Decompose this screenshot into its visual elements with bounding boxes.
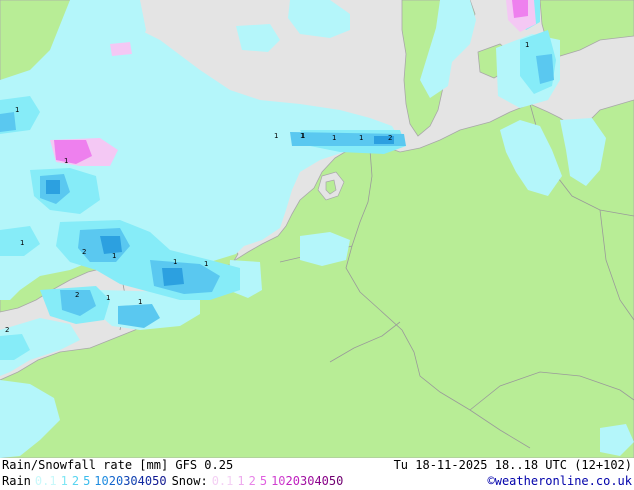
rain-scale-item: 20 <box>108 474 124 488</box>
rain-scale: 0.1 1 2 5 1020304050 <box>35 474 171 488</box>
snow-scale-item: 50 <box>328 474 344 488</box>
cell-intensity-label: 2 <box>5 326 9 334</box>
snow-scale-item: 10 <box>271 474 286 488</box>
rain-scale-item: 40 <box>137 474 153 488</box>
snow-scale: 0.1 1 2 5 1020304050 <box>212 474 348 488</box>
cell-intensity-label: 1 <box>20 239 24 247</box>
credit-link[interactable]: ©weatheronline.co.uk <box>488 474 633 488</box>
cell-intensity-label: 2 <box>75 291 79 299</box>
snow-scale-item: 30 <box>299 474 315 488</box>
rain-scale-item: 10 <box>94 474 109 488</box>
snow-scale-item: 5 <box>259 474 268 488</box>
snow-scale-item: 2 <box>248 474 256 488</box>
cell-intensity-label: 1 <box>106 294 110 302</box>
cell-intensity-label: 2 <box>82 248 86 256</box>
cell-intensity-label: 1 <box>332 134 336 142</box>
cell-intensity-label: 2 <box>388 134 392 142</box>
snow-scale-item: 0.1 <box>211 474 234 488</box>
cell-intensity-label: 1 <box>274 132 278 140</box>
cell-intensity-label: 1 <box>64 157 68 165</box>
run-info: Tu 18-11-2025 18..18 UTC (12+102) <box>393 458 632 472</box>
precipitation-map: 11 1 1 1 22 11 12 1 111211 <box>0 0 634 458</box>
rain-scale-item: 5 <box>83 474 91 488</box>
cell-intensity-label: 1 <box>359 134 363 142</box>
rain-scale-item: 0.1 <box>34 474 57 488</box>
map-title: Rain/Snowfall rate [mm] GFS 0.25 <box>2 458 234 472</box>
snow-legend-label: Snow: <box>171 474 208 488</box>
cell-intensity-label: 1 <box>138 298 142 306</box>
rain-scale-item: 50 <box>152 474 167 488</box>
legend: Rain 0.1 1 2 5 1020304050 Snow: 0.1 1 2 5 102030… <box>2 474 348 488</box>
rain-scale-item: 1 <box>60 474 68 488</box>
snow-scale-item: 1 <box>237 474 245 488</box>
snow-scale-item: 20 <box>285 474 300 488</box>
cell-intensity-label: 1 <box>525 41 529 49</box>
cell-intensity-label: 1 <box>112 252 116 260</box>
rain-scale-item: 2 <box>71 474 80 488</box>
cell-intensity-label: 1 <box>15 106 19 114</box>
cell-intensity-label: 1 <box>300 132 304 140</box>
rain-scale-item: 30 <box>123 474 138 488</box>
cell-intensity-label: 1 <box>173 258 177 266</box>
map-footer: Rain/Snowfall rate [mm] GFS 0.25 Tu 18-1… <box>0 458 634 490</box>
rain-legend-label: Rain <box>2 474 31 488</box>
cell-intensity-label: 1 <box>204 260 208 268</box>
snow-scale-item: 40 <box>314 474 329 488</box>
